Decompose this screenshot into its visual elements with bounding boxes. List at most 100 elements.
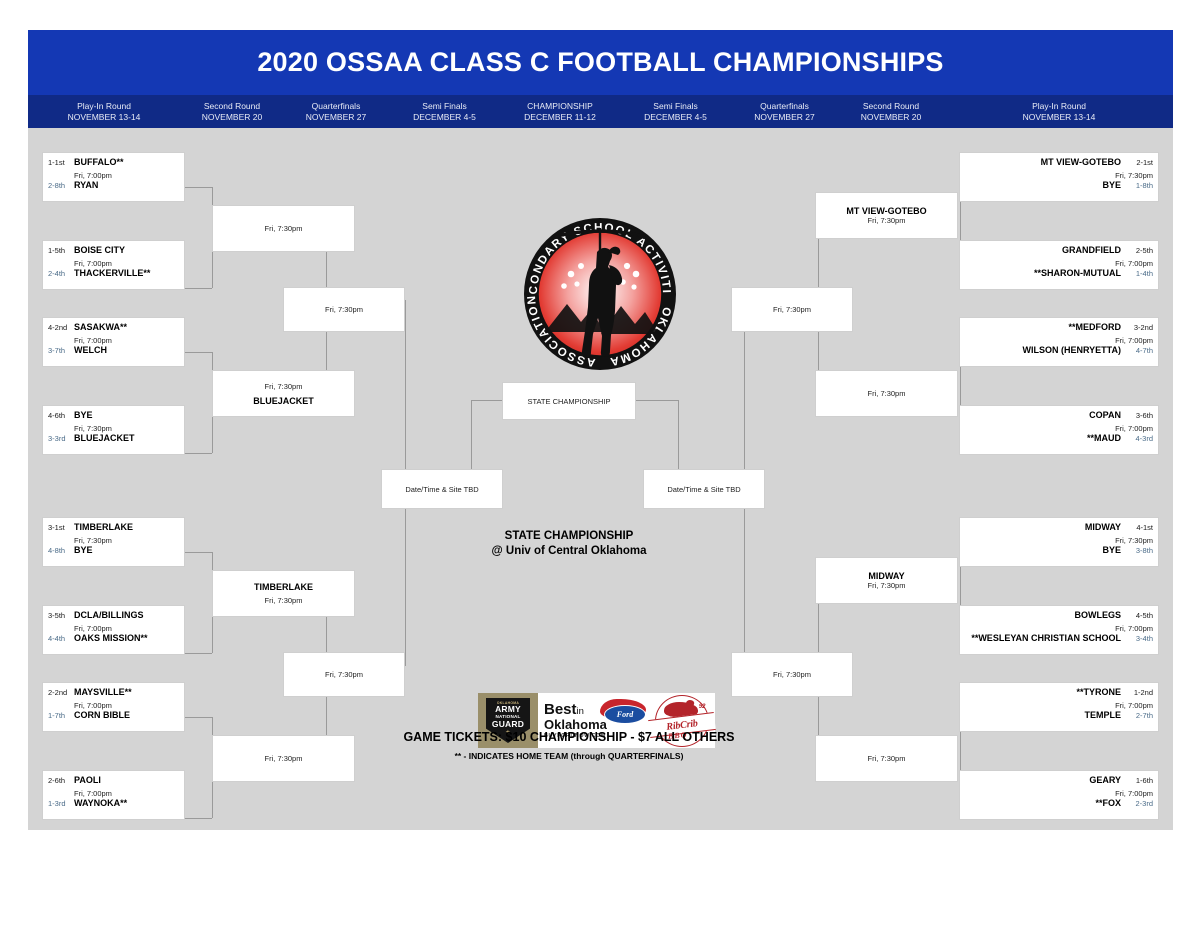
matchup-bottom-line: 3-3rd BLUEJACKET <box>48 433 179 447</box>
game-time: Fri, 7:00pm <box>74 336 112 345</box>
championship-box[interactable]: STATE CHAMPIONSHIP <box>502 382 636 420</box>
ticket-price-note: GAME TICKETS: $10 CHAMPIONSHIP - $7 ALL … <box>403 730 735 744</box>
team-name: OAKS MISSION** <box>74 633 148 643</box>
matchup-bottom-line: 2-4th THACKERVILLE** <box>48 268 179 282</box>
matchup-box[interactable]: COPAN 3-6th Fri, 7:00pm **MAUD 4-3rd <box>959 405 1159 455</box>
team-name: TIMBERLAKE <box>254 582 313 592</box>
game-time: Fri, 7:30pm <box>867 389 906 398</box>
seed: 4-4th <box>48 634 66 643</box>
game-time: Fri, 7:00pm <box>74 624 112 633</box>
team-name: RYAN <box>74 180 99 190</box>
quarterfinal-box[interactable]: Fri, 7:30pm <box>283 287 405 332</box>
team-name: MT VIEW-GOTEBO <box>1040 157 1121 167</box>
round-header-championship: CHAMPIONSHIP DECEMBER 11-12 <box>501 95 619 128</box>
matchup-top-line: COPAN 3-6th <box>965 410 1153 424</box>
team-name: BYE <box>1102 545 1121 555</box>
championship-label: STATE CHAMPIONSHIP <box>527 396 611 406</box>
connector <box>633 400 678 401</box>
round-header-semi-left: Semi Finals DECEMBER 4-5 <box>388 95 501 128</box>
second-round-box[interactable]: Fri, 7:30pm <box>815 735 958 782</box>
quarterfinal-box[interactable]: Fri, 7:30pm <box>731 652 853 697</box>
matchup-box[interactable]: 2-2nd MAYSVILLE** Fri, 7:00pm 1-7th CORN… <box>42 682 185 732</box>
matchup-bottom-line: 1-3rd WAYNOKA** <box>48 798 179 812</box>
matchup-top-line: GEARY 1-6th <box>965 775 1153 789</box>
team-name: PAOLI <box>74 775 101 785</box>
matchup-box[interactable]: 4-2nd SASAKWA** Fri, 7:00pm 3-7th WELCH <box>42 317 185 367</box>
matchup-box[interactable]: MIDWAY 4-1st Fri, 7:30pm BYE 3-8th <box>959 517 1159 567</box>
connector <box>185 352 212 353</box>
page-title-bar: 2020 OSSAA CLASS C FOOTBALL CHAMPIONSHIP… <box>28 30 1173 95</box>
matchup-box[interactable]: **MEDFORD 3-2nd Fri, 7:00pm WILSON (HENR… <box>959 317 1159 367</box>
second-round-box[interactable]: Fri, 7:30pm BLUEJACKET <box>212 370 355 417</box>
matchup-box[interactable]: **TYRONE 1-2nd Fri, 7:00pm TEMPLE 2-7th <box>959 682 1159 732</box>
matchup-top-line: 2-2nd MAYSVILLE** <box>48 687 179 701</box>
seed: 4-3rd <box>1135 434 1153 443</box>
connector <box>405 483 406 666</box>
seed: 3-2nd <box>1133 323 1153 332</box>
quarterfinal-box[interactable]: Fri, 7:30pm <box>731 287 853 332</box>
team-name: BOISE CITY <box>74 245 126 255</box>
seed: 3-6th <box>1135 411 1153 420</box>
matchup-box[interactable]: GEARY 1-6th Fri, 7:00pm **FOX 2-3rd <box>959 770 1159 820</box>
game-time: Fri, 7:30pm <box>74 536 112 545</box>
matchup-box[interactable]: MT VIEW-GOTEBO 2-1st Fri, 7:30pm BYE 1-8… <box>959 152 1159 202</box>
team-name: TEMPLE <box>1084 710 1121 720</box>
second-round-box[interactable]: Fri, 7:30pm <box>815 370 958 417</box>
seed: 2-6th <box>48 776 66 785</box>
round-name: Second Round <box>862 100 920 111</box>
round-dates: NOVEMBER 13-14 <box>67 111 141 122</box>
matchup-box[interactable]: 4-6th BYE Fri, 7:30pm 3-3rd BLUEJACKET <box>42 405 185 455</box>
round-dates: NOVEMBER 20 <box>860 111 922 122</box>
matchup-box[interactable]: 1-5th BOISE CITY Fri, 7:00pm 2-4th THACK… <box>42 240 185 290</box>
matchup-bottom-line: 3-7th WELCH <box>48 345 179 359</box>
matchup-bottom-line: WILSON (HENRYETTA) 4-7th <box>965 345 1154 359</box>
semifinal-box[interactable]: Date/Time & Site TBD <box>643 469 765 509</box>
second-round-box[interactable]: TIMBERLAKE Fri, 7:30pm <box>212 570 355 617</box>
connector <box>185 552 212 553</box>
matchup-top-line: MIDWAY 4-1st <box>965 522 1153 536</box>
matchup-top-line: **TYRONE 1-2nd <box>965 687 1153 701</box>
matchup-box[interactable]: 1-1st BUFFALO** Fri, 7:00pm 2-8th RYAN <box>42 152 185 202</box>
matchup-bottom-line: 1-7th CORN BIBLE <box>48 710 179 724</box>
seed: 4-7th <box>1135 346 1153 355</box>
matchup-box[interactable]: 3-5th DCLA/BILLINGS Fri, 7:00pm 4-4th OA… <box>42 605 185 655</box>
round-header-playin-right: Play-In Round NOVEMBER 13-14 <box>945 95 1173 128</box>
team-name: **MEDFORD <box>1068 322 1121 332</box>
bracket-page: 2020 OSSAA CLASS C FOOTBALL CHAMPIONSHIP… <box>0 0 1200 927</box>
matchup-bottom-line: **FOX 2-3rd <box>965 798 1153 812</box>
game-time: Fri, 7:30pm <box>1115 171 1153 180</box>
seed: 1-5th <box>48 246 66 255</box>
team-name: GRANDFIELD <box>1062 245 1121 255</box>
matchup-bottom-line: 4-8th BYE <box>48 545 179 559</box>
seed: 1-8th <box>1135 181 1153 190</box>
connector <box>185 818 212 819</box>
matchup-box[interactable]: 2-6th PAOLI Fri, 7:00pm 1-3rd WAYNOKA** <box>42 770 185 820</box>
matchup-top-line: 3-5th DCLA/BILLINGS <box>48 610 179 624</box>
seed: 3-4th <box>1135 634 1153 643</box>
matchup-top-line: 4-2nd SASAKWA** <box>48 322 179 336</box>
round-name: Play-In Round <box>77 100 131 111</box>
second-round-box[interactable]: Fri, 7:30pm <box>212 735 355 782</box>
second-round-box[interactable]: MT VIEW-GOTEBO Fri, 7:30pm <box>815 192 958 239</box>
matchup-top-line: MT VIEW-GOTEBO 2-1st <box>965 157 1153 171</box>
quarterfinal-box[interactable]: Fri, 7:30pm <box>283 652 405 697</box>
semifinal-box[interactable]: Date/Time & Site TBD <box>381 469 503 509</box>
second-round-box[interactable]: MIDWAY Fri, 7:30pm <box>815 557 958 604</box>
second-round-box[interactable]: Fri, 7:30pm <box>212 205 355 252</box>
seed: 4-8th <box>48 546 66 555</box>
seed: 2-8th <box>48 181 66 190</box>
game-time: Fri, 7:30pm <box>264 596 303 605</box>
matchup-top-line: GRANDFIELD 2-5th <box>965 245 1153 259</box>
round-dates: DECEMBER 11-12 <box>524 111 596 122</box>
seed: 3-5th <box>48 611 66 620</box>
seed: 1-7th <box>48 711 66 720</box>
matchup-box[interactable]: 3-1st TIMBERLAKE Fri, 7:30pm 4-8th BYE <box>42 517 185 567</box>
round-name: Second Round <box>203 100 261 111</box>
seed: 4-1st <box>1136 523 1153 532</box>
team-name: BYE <box>1102 180 1121 190</box>
matchup-box[interactable]: BOWLEGS 4-5th Fri, 7:00pm **WESLEYAN CHR… <box>959 605 1159 655</box>
seed: 2-1st <box>1136 158 1153 167</box>
matchup-box[interactable]: GRANDFIELD 2-5th Fri, 7:00pm **SHARON-MU… <box>959 240 1159 290</box>
matchup-bottom-line: **WESLEYAN CHRISTIAN SCHOOL 3-4th <box>965 633 1153 647</box>
matchup-top-line: 4-6th BYE <box>48 410 179 424</box>
